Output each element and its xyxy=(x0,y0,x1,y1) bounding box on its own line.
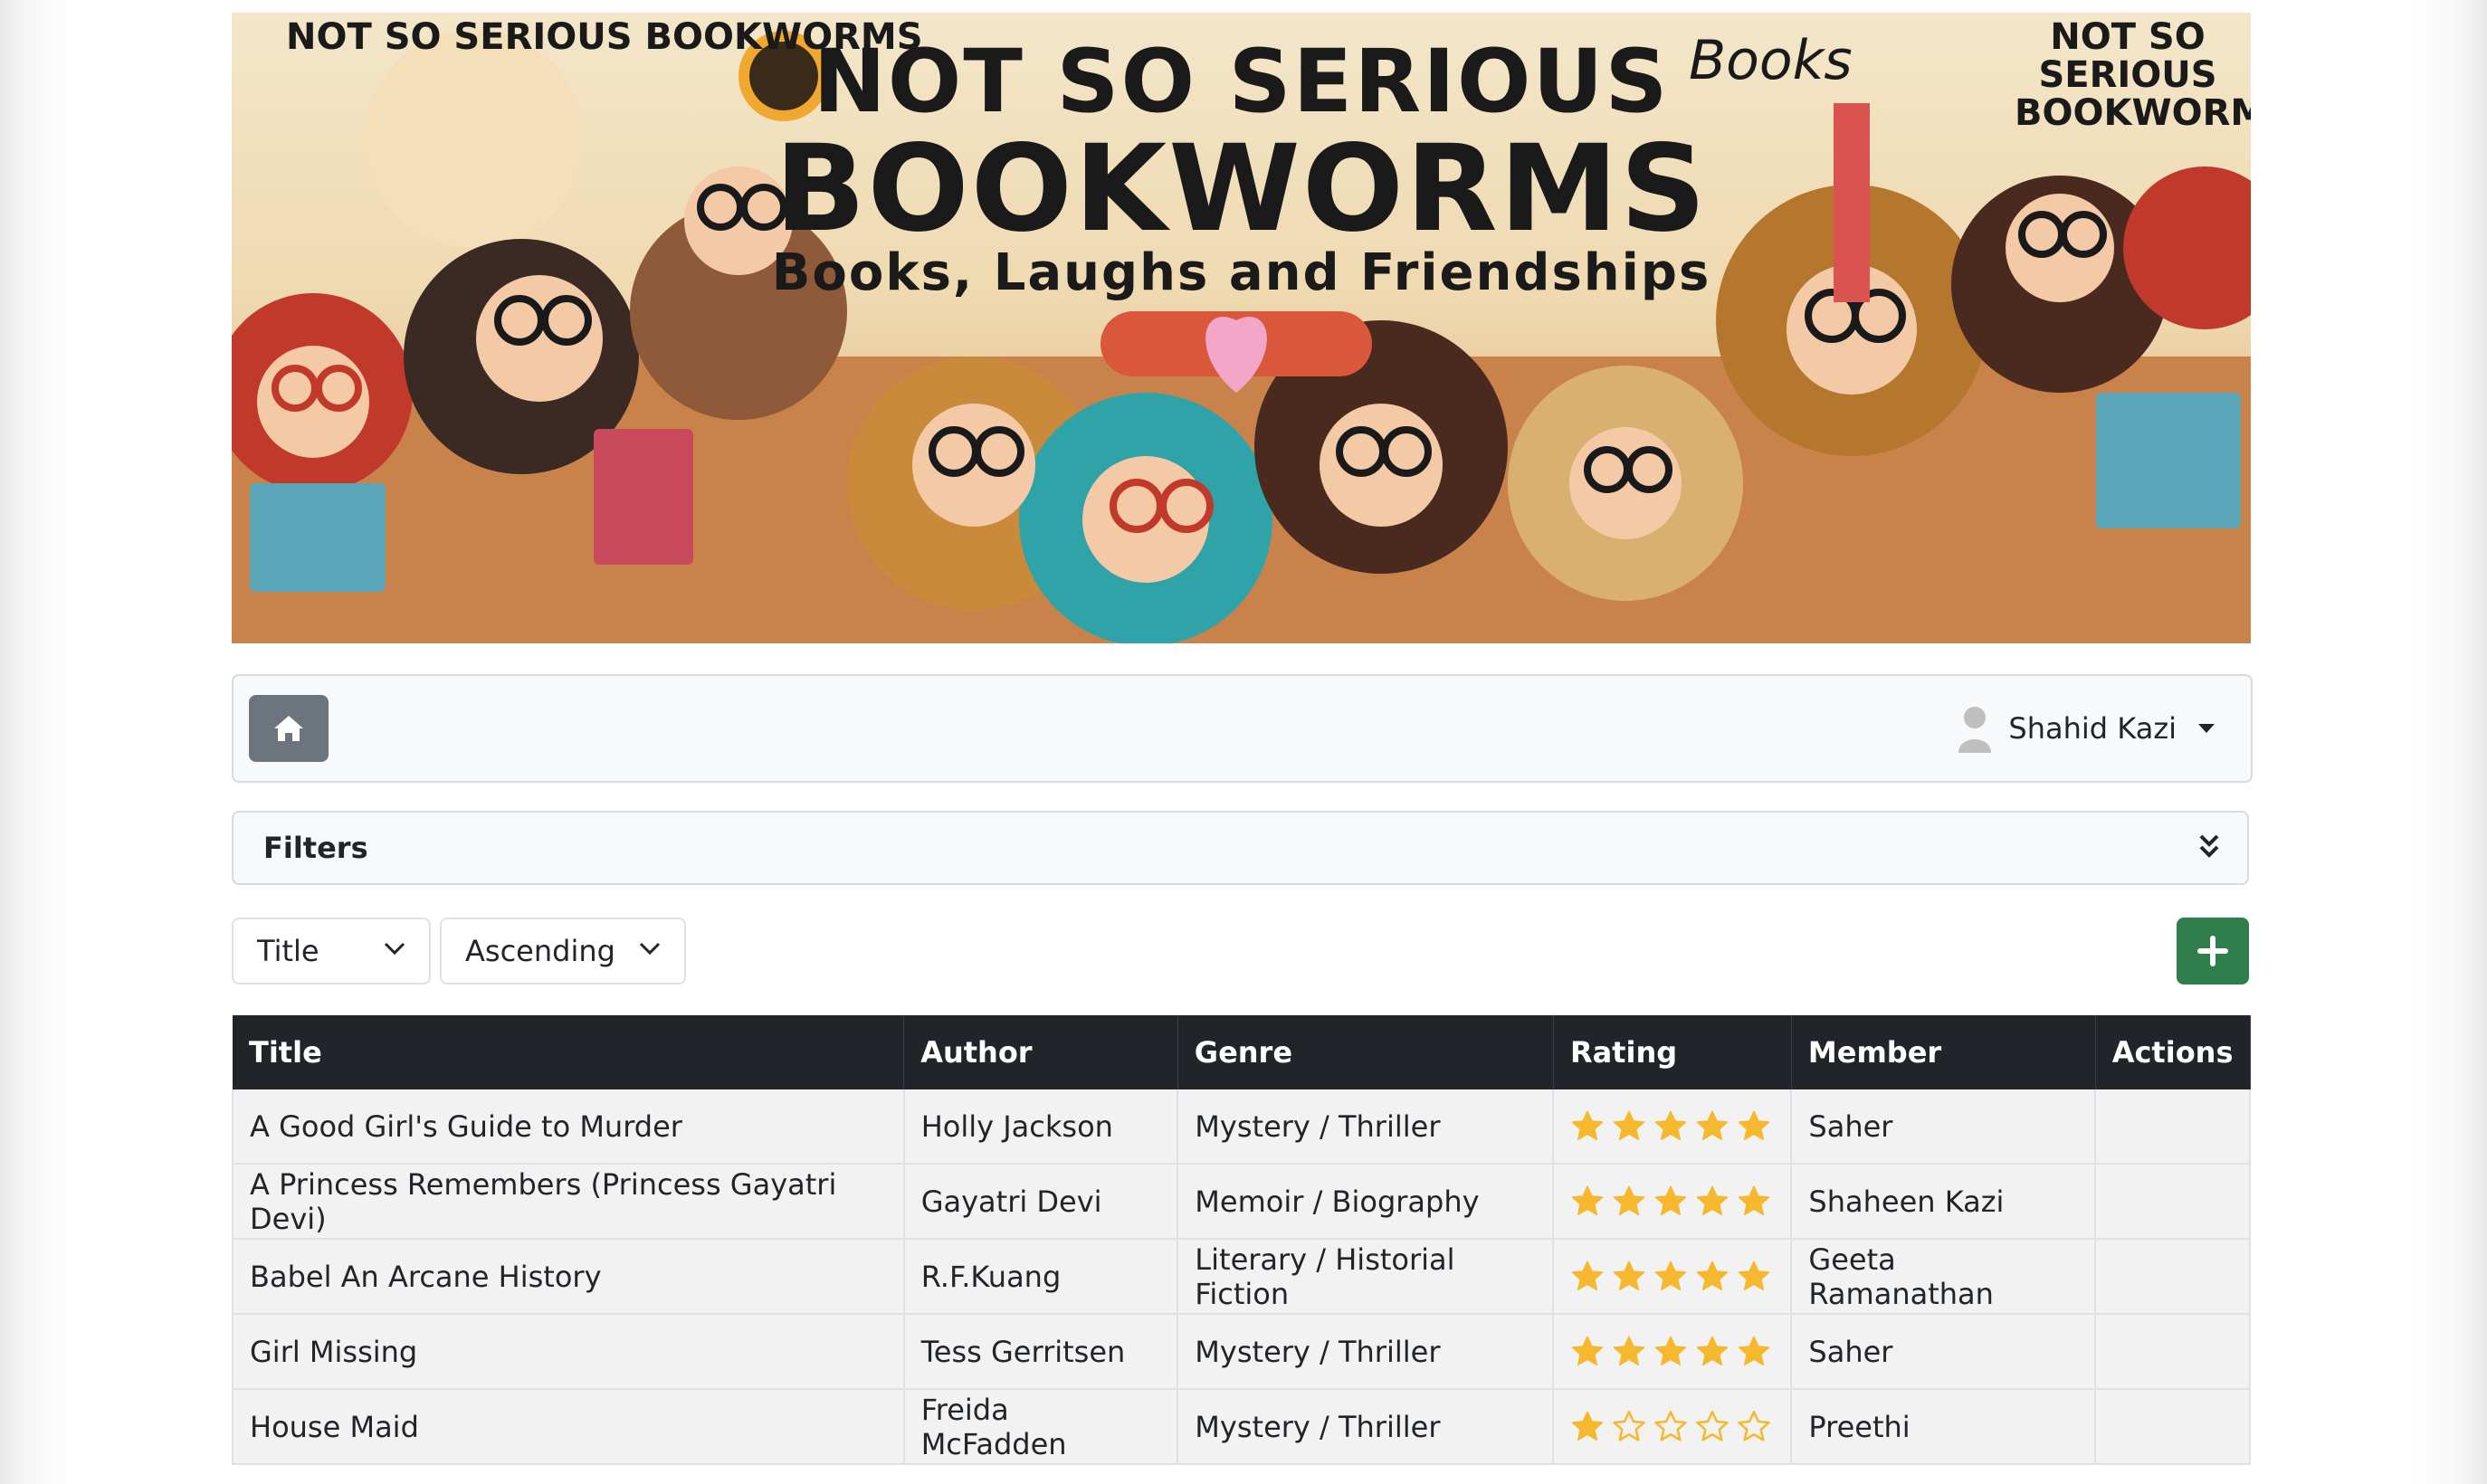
column-header-genre[interactable]: Genre xyxy=(1177,1015,1554,1089)
cell-rating xyxy=(1553,1164,1793,1240)
column-header-rating[interactable]: Rating xyxy=(1553,1015,1792,1089)
cell-author: R.F.Kuang xyxy=(903,1239,1179,1315)
cell-genre: Mystery / Thriller xyxy=(1177,1389,1555,1465)
star-empty-icon xyxy=(1696,1410,1729,1441)
cell-rating xyxy=(1553,1314,1793,1390)
star-filled-icon xyxy=(1739,1336,1770,1365)
cell-genre: Literary / Historial Fiction xyxy=(1177,1239,1555,1315)
table-header-row: Title Author Genre Rating Member Actions xyxy=(233,1015,2251,1089)
chevron-down-icon xyxy=(639,942,661,956)
filters-accordion[interactable]: Filters xyxy=(232,811,2249,885)
cell-title: Girl Missing xyxy=(232,1314,905,1390)
star-empty-icon xyxy=(1654,1410,1688,1441)
cell-genre: Mystery / Thriller xyxy=(1177,1314,1555,1390)
column-header-member[interactable]: Member xyxy=(1791,1015,2096,1089)
star-empty-icon xyxy=(1613,1410,1646,1441)
star-filled-icon xyxy=(1572,1411,1604,1441)
star-filled-icon xyxy=(1572,1336,1604,1365)
cell-actions xyxy=(2095,1164,2251,1240)
star-filled-icon xyxy=(1697,1336,1729,1365)
cell-actions xyxy=(2095,1239,2251,1315)
star-filled-icon xyxy=(1739,1185,1770,1215)
star-filled-icon xyxy=(1739,1260,1770,1290)
table-row[interactable]: Babel An Arcane History R.F.Kuang Literary… xyxy=(232,1239,2251,1315)
cell-member: Preethi xyxy=(1791,1389,2097,1465)
cell-rating xyxy=(1553,1089,1793,1165)
sort-direction-value: Ascending xyxy=(465,934,615,968)
banner-title-line1: NOT SO SERIOUS xyxy=(813,31,1670,132)
chevron-down-icon xyxy=(384,942,405,956)
column-header-author[interactable]: Author xyxy=(903,1015,1178,1089)
star-filled-icon xyxy=(1739,1110,1770,1140)
column-header-actions: Actions xyxy=(2095,1015,2251,1089)
cell-title: A Princess Remembers (Princess Gayatri D… xyxy=(232,1164,905,1240)
star-filled-icon xyxy=(1655,1336,1687,1365)
user-icon xyxy=(1958,707,1992,753)
table-row[interactable]: A Princess Remembers (Princess Gayatri D… xyxy=(232,1164,2251,1240)
user-menu-dropdown[interactable]: Shahid Kazi xyxy=(1958,701,2215,756)
star-rating xyxy=(1570,1184,1774,1219)
table-row[interactable]: A Good Girl's Guide to Murder Holly Jacks… xyxy=(232,1089,2251,1165)
cell-author: Tess Gerritsen xyxy=(903,1314,1179,1390)
add-book-button[interactable] xyxy=(2177,918,2249,985)
sort-field-select[interactable]: Title xyxy=(232,918,431,985)
sort-field-value: Title xyxy=(257,934,319,968)
star-filled-icon xyxy=(1614,1260,1645,1290)
star-filled-icon xyxy=(1697,1260,1729,1290)
star-filled-icon xyxy=(1655,1260,1687,1290)
cell-author: Gayatri Devi xyxy=(903,1164,1179,1240)
star-filled-icon xyxy=(1655,1185,1687,1215)
star-rating xyxy=(1570,1335,1774,1369)
star-filled-icon xyxy=(1572,1260,1604,1290)
home-button[interactable] xyxy=(249,695,329,762)
banner-tagline: Books, Laughs and Friendships xyxy=(771,243,1711,302)
banner-title-line2: BOOKWORMS xyxy=(774,119,1709,259)
cell-member: Saher xyxy=(1791,1089,2097,1165)
cell-rating xyxy=(1553,1389,1793,1465)
cell-actions xyxy=(2095,1314,2251,1390)
cell-member: Saher xyxy=(1791,1314,2097,1390)
plus-icon xyxy=(2197,936,2228,966)
cell-title: House Maid xyxy=(232,1389,905,1465)
cell-actions xyxy=(2095,1389,2251,1465)
cell-author: Freida McFadden xyxy=(903,1389,1179,1465)
user-name: Shahid Kazi xyxy=(2008,711,2177,746)
column-header-title[interactable]: Title xyxy=(233,1015,905,1089)
banner-image: NOT SO SERIOUS BOOKWORMS NOT SO SERIOUS … xyxy=(232,13,2251,643)
star-filled-icon xyxy=(1697,1110,1729,1140)
cell-member: Shaheen Kazi xyxy=(1791,1164,2097,1240)
cell-title: A Good Girl's Guide to Murder xyxy=(232,1089,905,1165)
star-rating xyxy=(1570,1109,1774,1144)
star-filled-icon xyxy=(1614,1110,1645,1140)
double-chevron-down-icon xyxy=(2199,834,2219,858)
cell-author: Holly Jackson xyxy=(903,1089,1179,1165)
table-row[interactable]: Girl Missing Tess Gerritsen Mystery / Thri… xyxy=(232,1314,2251,1390)
cell-genre: Mystery / Thriller xyxy=(1177,1089,1555,1165)
star-filled-icon xyxy=(1614,1336,1645,1365)
star-empty-icon xyxy=(1738,1410,1771,1441)
star-filled-icon xyxy=(1655,1110,1687,1140)
cell-actions xyxy=(2095,1089,2251,1165)
home-icon xyxy=(274,716,303,741)
star-filled-icon xyxy=(1697,1185,1729,1215)
navbar: Shahid Kazi xyxy=(232,674,2253,783)
star-filled-icon xyxy=(1614,1185,1645,1215)
star-filled-icon xyxy=(1572,1110,1604,1140)
star-rating xyxy=(1570,1410,1774,1444)
cell-title: Babel An Arcane History xyxy=(232,1239,905,1315)
filters-label: Filters xyxy=(263,831,368,865)
cell-genre: Memoir / Biography xyxy=(1177,1164,1555,1240)
star-rating xyxy=(1570,1260,1774,1294)
sort-direction-select[interactable]: Ascending xyxy=(440,918,686,985)
cell-member: Geeta Ramanathan xyxy=(1791,1239,2097,1315)
books-table: Title Author Genre Rating Member Actions… xyxy=(232,1015,2251,1465)
cell-rating xyxy=(1553,1239,1793,1315)
caret-down-icon xyxy=(2198,724,2215,733)
table-body: A Good Girl's Guide to Murder Holly Jacks… xyxy=(232,1089,2251,1465)
star-filled-icon xyxy=(1572,1185,1604,1215)
table-row[interactable]: House Maid Freida McFadden Mystery / Thril… xyxy=(232,1389,2251,1465)
